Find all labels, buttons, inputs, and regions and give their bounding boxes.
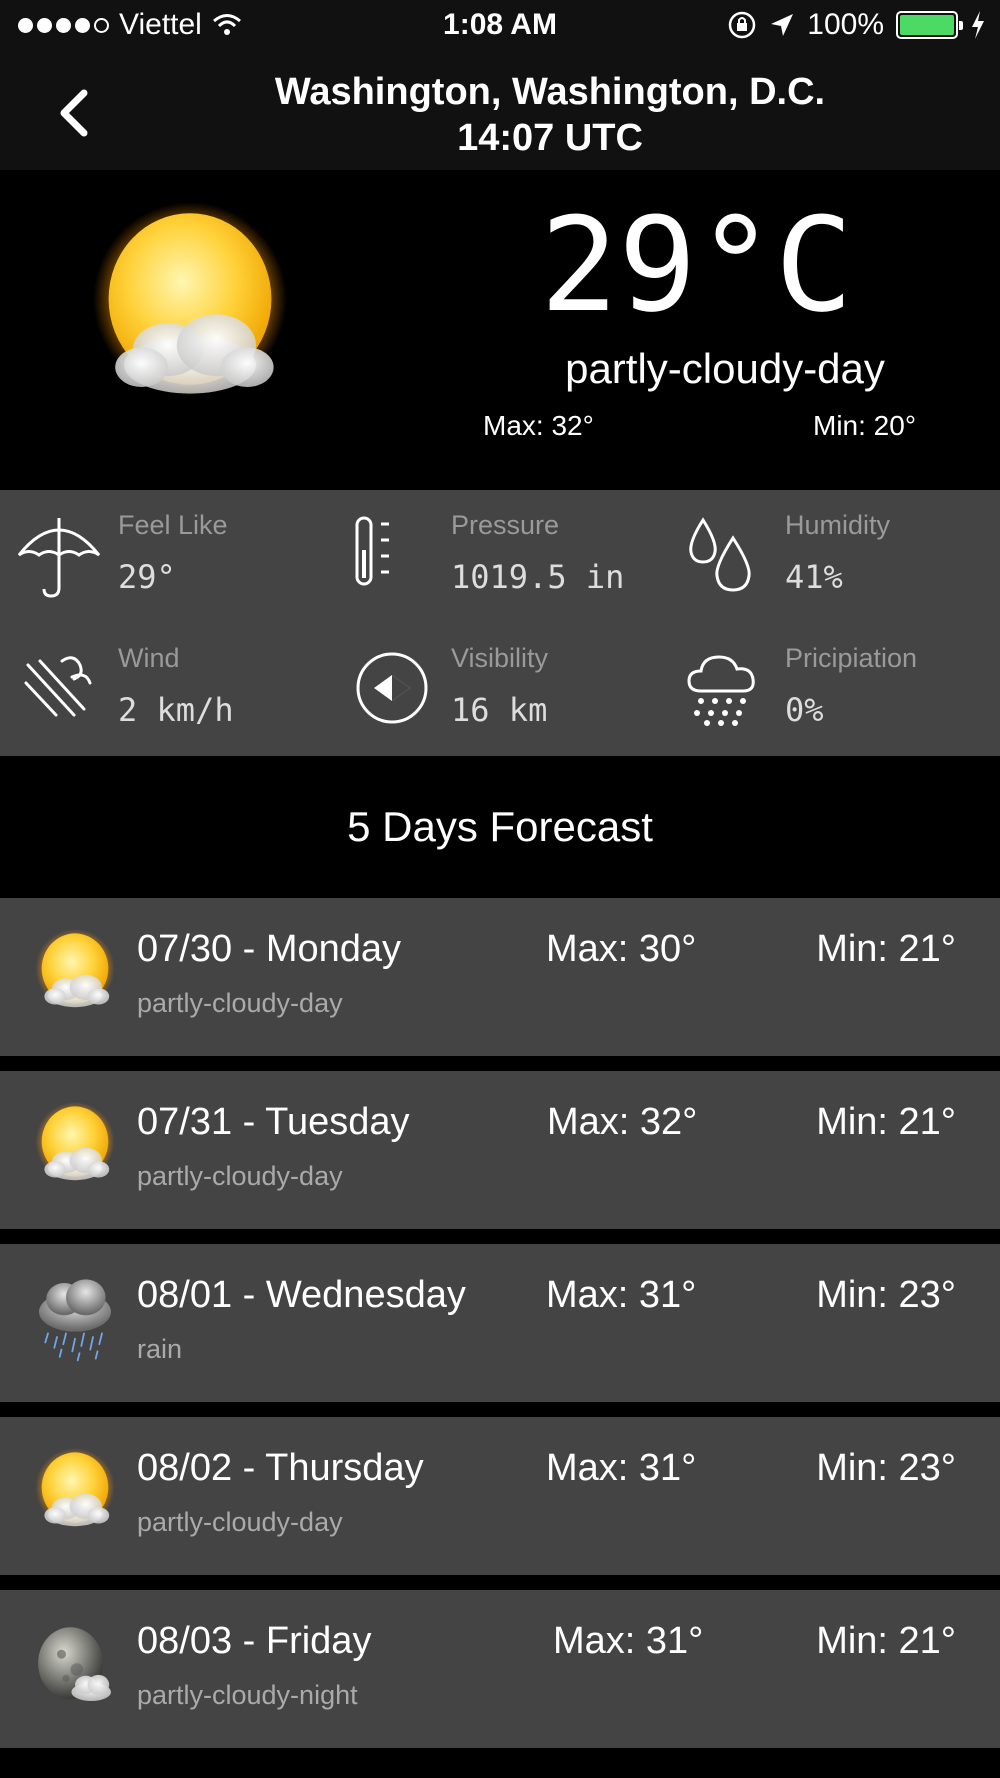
forecast-row[interactable]: 07/30 - Monday partly-cloudy-day Max: 30… bbox=[0, 898, 1000, 1056]
rain-icon bbox=[30, 1274, 120, 1364]
detail-value: 41% bbox=[785, 558, 843, 596]
weather-details: Feel Like 29° Pressure 1019.5 in Humidit… bbox=[0, 490, 1000, 756]
detail-value: 0% bbox=[785, 691, 824, 729]
partly-cloudy-day-icon bbox=[30, 928, 120, 1018]
partly-cloudy-day-icon bbox=[30, 1101, 120, 1191]
forecast-date: 08/01 - Wednesday bbox=[137, 1274, 466, 1316]
forecast-row[interactable]: 08/03 - Friday partly-cloudy-night Max: … bbox=[0, 1590, 1000, 1748]
nav-bar: Washington, Washington, D.C. 14:07 UTC bbox=[0, 55, 1000, 170]
forecast-title: 5 Days Forecast bbox=[0, 756, 1000, 898]
forecast-min: Min: 21° bbox=[816, 928, 956, 970]
detail-label: Feel Like bbox=[118, 510, 228, 540]
status-bar: Viettel 1:08 AM 100% bbox=[0, 0, 1000, 55]
current-min: Min: 20° bbox=[813, 410, 917, 441]
forecast-row[interactable]: 07/31 - Tuesday partly-cloudy-day Max: 3… bbox=[0, 1071, 1000, 1229]
detail-feel-like: Feel Like 29° bbox=[0, 490, 333, 623]
forecast-row[interactable]: 08/02 - Thursday partly-cloudy-day Max: … bbox=[0, 1417, 1000, 1575]
status-right: 100% bbox=[727, 8, 986, 42]
detail-humidity: Humidity 41% bbox=[667, 490, 1000, 623]
location-arrow-icon bbox=[771, 14, 794, 36]
detail-wind: Wind 2 km/h bbox=[0, 623, 333, 756]
back-button[interactable] bbox=[52, 83, 102, 143]
forecast-min: Min: 23° bbox=[816, 1447, 956, 1489]
forecast-condition: partly-cloudy-day bbox=[137, 1161, 343, 1191]
detail-visibility: Visibility 16 km bbox=[333, 623, 666, 756]
current-temperature: 29°C bbox=[540, 189, 854, 341]
forecast-condition: partly-cloudy-day bbox=[137, 1507, 343, 1537]
battery-percent: 100% bbox=[807, 8, 884, 41]
detail-label: Pricipiation bbox=[785, 643, 918, 673]
battery-level bbox=[900, 15, 954, 35]
forecast-max: Max: 31° bbox=[546, 1447, 697, 1489]
thermometer-icon bbox=[355, 516, 389, 586]
detail-pressure: Pressure 1019.5 in bbox=[333, 490, 666, 623]
forecast-date: 07/30 - Monday bbox=[137, 928, 402, 970]
detail-value: 16 km bbox=[451, 691, 548, 729]
detail-label: Wind bbox=[118, 643, 180, 673]
compass-icon bbox=[356, 652, 428, 724]
location-time: 14:07 UTC bbox=[457, 117, 643, 159]
detail-value: 29° bbox=[118, 558, 176, 596]
forecast-date: 08/03 - Friday bbox=[137, 1620, 372, 1662]
partly-cloudy-day-icon bbox=[80, 200, 300, 420]
forecast-date: 08/02 - Thursday bbox=[137, 1447, 424, 1489]
detail-label: Humidity bbox=[785, 510, 891, 540]
umbrella-icon bbox=[17, 518, 101, 598]
partly-cloudy-day-icon bbox=[30, 1447, 120, 1537]
current-weather: 29°C partly-cloudy-day Max: 32° Min: 20° bbox=[0, 170, 1000, 490]
forecast-max: Max: 31° bbox=[546, 1274, 697, 1316]
location-title: Washington, Washington, D.C. bbox=[274, 71, 826, 113]
detail-value: 1019.5 in bbox=[451, 558, 625, 596]
forecast-min: Min: 21° bbox=[816, 1101, 956, 1143]
forecast-max: Max: 30° bbox=[546, 928, 697, 970]
forecast-condition: rain bbox=[137, 1334, 183, 1364]
battery-icon bbox=[896, 11, 963, 39]
droplets-icon bbox=[689, 517, 751, 592]
page-title: Washington, Washington, D.C. 14:07 UTC bbox=[100, 69, 1000, 161]
forecast-date: 07/31 - Tuesday bbox=[137, 1101, 410, 1143]
forecast-min: Min: 23° bbox=[816, 1274, 956, 1316]
current-max: Max: 32° bbox=[483, 410, 594, 441]
forecast-max: Max: 31° bbox=[553, 1620, 704, 1662]
chevron-left-icon bbox=[60, 89, 88, 137]
partly-cloudy-night-icon bbox=[30, 1620, 120, 1710]
rotation-lock-icon bbox=[729, 11, 756, 39]
forecast-max: Max: 32° bbox=[547, 1101, 698, 1143]
forecast-row[interactable]: 08/01 - Wednesday rain Max: 31° Min: 23° bbox=[0, 1244, 1000, 1402]
forecast-condition: partly-cloudy-day bbox=[137, 988, 343, 1018]
current-condition: partly-cloudy-day bbox=[565, 345, 885, 392]
forecast-min: Min: 21° bbox=[816, 1620, 956, 1662]
detail-value: 2 km/h bbox=[118, 691, 234, 729]
detail-label: Visibility bbox=[451, 643, 549, 673]
wind-icon bbox=[24, 656, 92, 717]
detail-precipitation: Pricipiation 0% bbox=[667, 623, 1000, 756]
charging-bolt-icon bbox=[972, 11, 984, 39]
forecast-condition: partly-cloudy-night bbox=[137, 1680, 358, 1710]
cloud-rain-icon bbox=[687, 655, 755, 726]
detail-label: Pressure bbox=[451, 510, 560, 540]
